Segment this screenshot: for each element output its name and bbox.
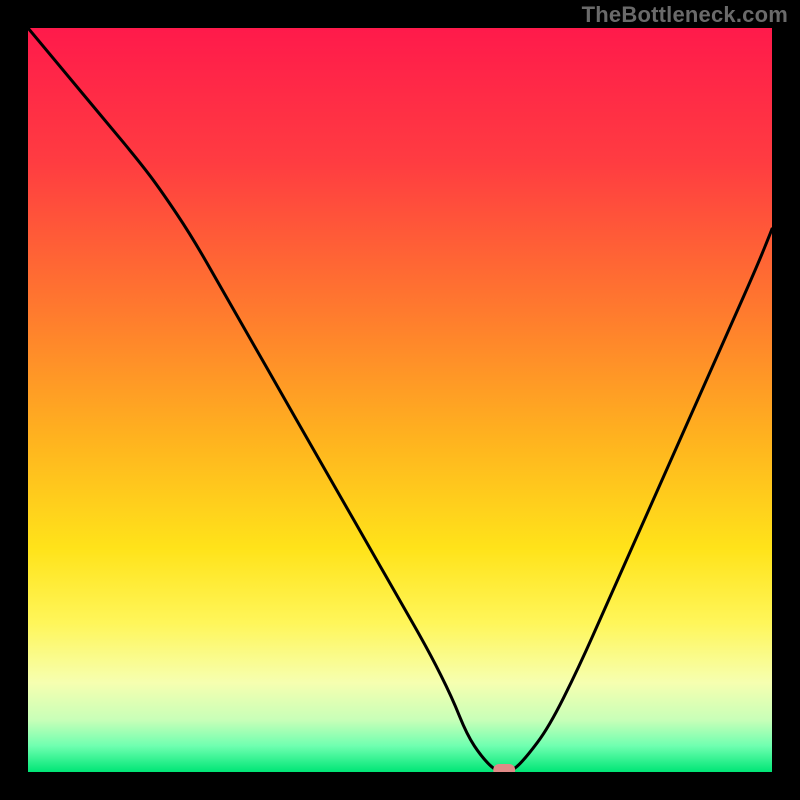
chart-svg (28, 28, 772, 772)
minimum-marker (493, 764, 515, 772)
watermark-text: TheBottleneck.com (582, 2, 788, 28)
gradient-background (28, 28, 772, 772)
plot-area (28, 28, 772, 772)
chart-frame: TheBottleneck.com (0, 0, 800, 800)
